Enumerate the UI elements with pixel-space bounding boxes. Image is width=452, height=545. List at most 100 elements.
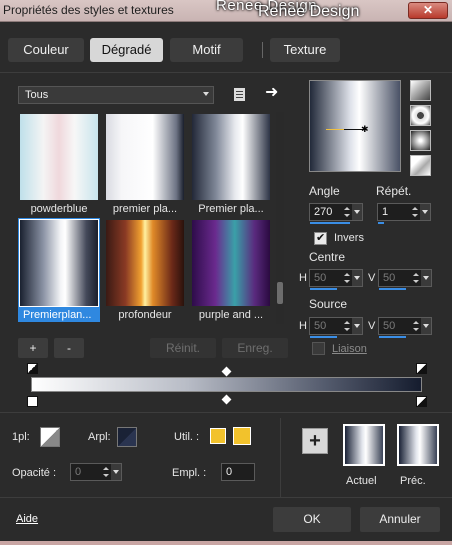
title-bar: Propriétés des styles et textures Renee … <box>0 0 452 22</box>
chevron-down-icon <box>203 92 209 96</box>
source-v-slider-bar[interactable] <box>379 336 406 338</box>
invert-checkbox[interactable] <box>314 231 327 245</box>
gradient-swatch <box>106 220 184 306</box>
chevron-down-icon[interactable] <box>421 270 431 286</box>
foreground-color-swatch[interactable] <box>40 427 60 447</box>
gradient-swatch <box>106 114 184 200</box>
spinner-arrows-icon[interactable] <box>342 270 352 286</box>
scrollbar-thumb[interactable] <box>277 282 283 304</box>
chevron-down-icon[interactable] <box>352 204 362 220</box>
close-button[interactable]: ✕ <box>408 2 448 19</box>
tab-texture[interactable]: Texture <box>270 38 340 62</box>
center-v-input[interactable]: 50 <box>378 269 432 290</box>
gradient-name: purple and ... <box>198 309 264 321</box>
divider <box>0 412 452 413</box>
plus-icon: + <box>309 430 321 452</box>
angle-needle <box>326 129 346 130</box>
previous-label: Préc. <box>400 475 426 487</box>
spinner-arrows-icon[interactable] <box>342 318 352 334</box>
gradient-thumb[interactable]: Premier pla... <box>190 112 272 216</box>
center-h-input[interactable]: 50 <box>309 269 363 290</box>
rectangular-style-icon[interactable] <box>410 105 431 126</box>
spinner-arrows-icon[interactable] <box>411 270 421 286</box>
one-pl-label: 1pl: <box>12 431 30 443</box>
bottom-midpoint-marker[interactable] <box>221 394 232 405</box>
add-gradient-button[interactable]: + <box>18 338 48 358</box>
cancel-button[interactable]: Annuler <box>360 507 440 532</box>
angle-value: 270 <box>314 206 333 218</box>
tab-pattern[interactable]: Motif <box>170 38 243 62</box>
link-checkbox[interactable] <box>312 342 325 355</box>
window-title: Propriétés des styles et textures <box>3 3 174 17</box>
gradient-thumb-selected[interactable]: Premierplan... <box>18 218 100 322</box>
chevron-down-icon[interactable] <box>352 270 362 286</box>
chevron-down-icon[interactable] <box>111 464 121 480</box>
gradient-swatch <box>192 220 270 306</box>
angle-input[interactable]: 270 <box>309 203 363 224</box>
source-h-label: H <box>299 320 307 332</box>
angle-slider-bar[interactable] <box>310 222 350 224</box>
gradient-category-select[interactable]: Tous <box>18 86 214 104</box>
opacity-input[interactable]: 0 <box>70 463 122 481</box>
source-h-slider-bar[interactable] <box>310 336 337 338</box>
repeat-slider-bar[interactable] <box>378 222 384 224</box>
help-link[interactable]: Aide <box>16 513 38 525</box>
location-label: Empl. : <box>172 467 207 479</box>
gradient-name: profondeur <box>118 309 172 321</box>
spinner-arrows-icon[interactable] <box>342 204 352 220</box>
top-start-stop-marker[interactable] <box>27 363 38 374</box>
source-label: Source <box>309 297 348 311</box>
arrow-right-icon[interactable]: ➜ <box>265 85 278 101</box>
chevron-down-icon[interactable] <box>420 204 430 220</box>
gradient-editor-bar[interactable] <box>31 377 422 392</box>
source-v-label: V <box>368 320 376 332</box>
opacity-label: Opacité : <box>12 467 57 479</box>
gradient-swatch <box>192 114 270 200</box>
user-color-small[interactable] <box>210 428 226 444</box>
current-gradient-swatch[interactable] <box>343 424 385 466</box>
source-h-input[interactable]: 50 <box>309 317 363 338</box>
gradient-gallery: powderblue premier pla... Premier pla...… <box>18 112 270 324</box>
top-midpoint-marker[interactable] <box>221 366 232 377</box>
gradient-thumb[interactable]: purple and ... <box>190 218 272 322</box>
repeat-input[interactable]: 1 <box>377 203 431 224</box>
spinner-arrows-icon[interactable] <box>411 318 421 334</box>
location-input[interactable]: 0 <box>221 463 255 481</box>
previous-gradient-swatch[interactable] <box>397 424 439 466</box>
spinner-arrows-icon[interactable] <box>410 204 420 220</box>
watermark-text-2: Renee Design <box>258 3 360 20</box>
tab-gradient[interactable]: Dégradé <box>90 38 163 62</box>
gradient-preview[interactable]: ✱ <box>309 80 401 172</box>
linear-style-icon[interactable] <box>410 80 431 101</box>
close-icon: ✕ <box>422 3 434 17</box>
source-v-input[interactable]: 50 <box>378 317 432 338</box>
gradient-thumb[interactable]: profondeur <box>104 218 186 322</box>
reset-button[interactable]: Réinit. <box>150 338 216 358</box>
document-list-icon[interactable] <box>234 88 245 101</box>
center-v-slider-bar[interactable] <box>379 288 406 290</box>
radial-style-icon[interactable] <box>410 130 431 151</box>
end-color-stop[interactable] <box>416 396 427 407</box>
save-button[interactable]: Enreg. <box>222 338 288 358</box>
center-label: Centre <box>309 250 346 264</box>
center-h-slider-bar[interactable] <box>310 288 337 290</box>
gradient-thumb[interactable]: powderblue <box>18 112 100 216</box>
remove-gradient-button[interactable]: - <box>54 338 84 358</box>
top-end-stop-marker[interactable] <box>416 363 427 374</box>
crosshair-icon[interactable]: ✱ <box>361 125 369 134</box>
angle-label: Angle <box>309 184 340 198</box>
start-color-stop[interactable] <box>27 396 38 407</box>
gradient-name: powderblue <box>30 203 88 215</box>
user-color-chip[interactable] <box>233 427 251 445</box>
chevron-down-icon[interactable] <box>352 318 362 334</box>
spinner-arrows-icon[interactable] <box>101 464 111 480</box>
tab-color[interactable]: Couleur <box>8 38 84 62</box>
center-v-value: 50 <box>383 272 396 284</box>
background-color-swatch[interactable] <box>117 427 137 447</box>
add-swatch-button[interactable]: + <box>302 428 328 454</box>
sunburst-style-icon[interactable] <box>410 155 431 176</box>
chevron-down-icon[interactable] <box>421 318 431 334</box>
invert-label: Invers <box>334 232 364 244</box>
ok-button[interactable]: OK <box>273 507 351 532</box>
gradient-thumb[interactable]: premier pla... <box>104 112 186 216</box>
